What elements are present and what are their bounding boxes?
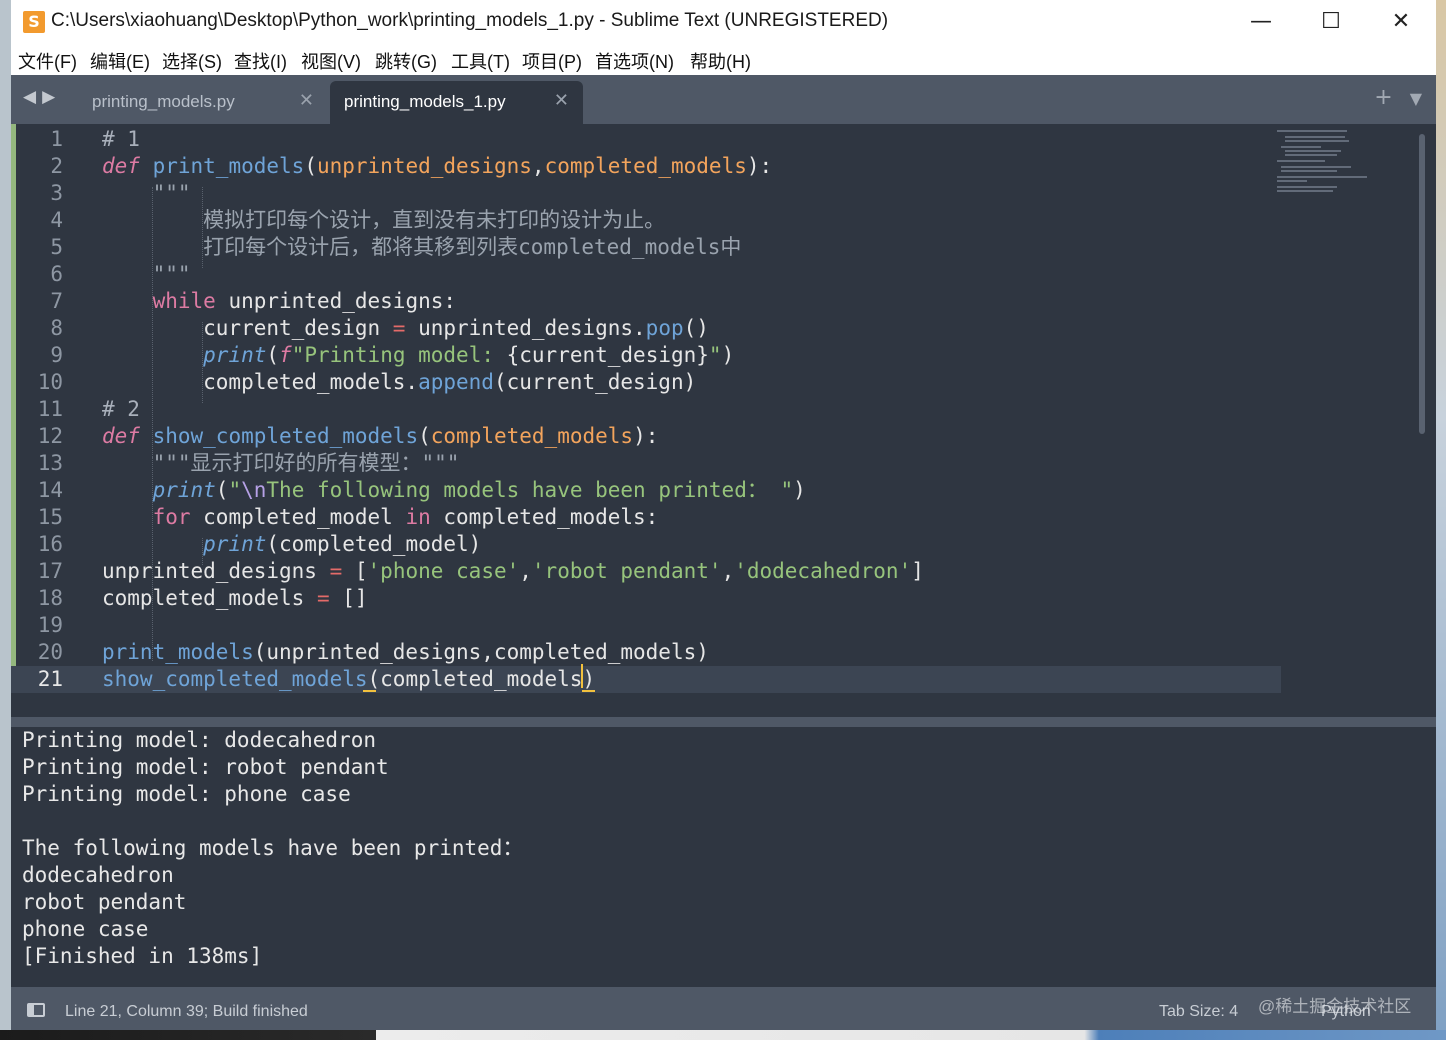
- bracket-match-open: [363, 690, 376, 692]
- line-number: 18: [37, 586, 63, 610]
- line-number: 2: [50, 154, 63, 178]
- code-line[interactable]: 16 print(completed_model): [11, 531, 1281, 558]
- close-button[interactable]: ✕: [1366, 0, 1436, 44]
- menu-bar: 文件(F) 编辑(E) 选择(S) 查找(I) 视图(V) 跳转(G) 工具(T…: [11, 44, 1436, 75]
- title-bar[interactable]: S C:\Users\xiaohuang\Desktop\Python_work…: [11, 0, 1436, 44]
- code-line[interactable]: 13 """显示打印好的所有模型：""": [11, 450, 1281, 477]
- panel-toggle-icon[interactable]: [27, 1003, 45, 1017]
- menu-view[interactable]: 视图(V): [301, 48, 361, 74]
- output-line: The following models have been printed：: [22, 836, 524, 860]
- output-line: [Finished in 138ms]: [22, 944, 263, 968]
- line-number: 10: [37, 370, 63, 394]
- tab-bar: ◀▶ printing_models.py ✕ printing_models_…: [11, 75, 1436, 124]
- code-line[interactable]: 9 print(f"Printing model: {current_desig…: [11, 342, 1281, 369]
- line-number: 16: [37, 532, 63, 556]
- output-line: robot pendant: [22, 890, 187, 914]
- line-number: 1: [50, 127, 63, 151]
- new-tab-icon[interactable]: +: [1374, 85, 1392, 110]
- code-line[interactable]: 6 """: [11, 261, 1281, 288]
- watermark-text: @稀土掘金技术社区: [1258, 997, 1412, 1016]
- line-number: 6: [50, 262, 63, 286]
- line-number: 15: [37, 505, 63, 529]
- code-line[interactable]: 15 for completed_model in completed_mode…: [11, 504, 1281, 531]
- line-number: 13: [37, 451, 63, 475]
- tab-size-indicator[interactable]: Tab Size: 4: [1159, 1003, 1238, 1021]
- line-number: 5: [50, 235, 63, 259]
- maximize-button[interactable]: ☐: [1296, 0, 1366, 44]
- tab-close-icon[interactable]: ✕: [554, 90, 569, 111]
- minimize-button[interactable]: —: [1226, 0, 1296, 44]
- code-editor[interactable]: 1 # 1 2 def print_models(unprinted_designs…: [11, 124, 1436, 717]
- output-line: Printing model: robot pendant: [22, 755, 389, 779]
- bracket-match-close: [582, 690, 595, 692]
- line-number: 20: [37, 640, 63, 664]
- menu-find[interactable]: 查找(I): [234, 48, 287, 74]
- line-number: 4: [50, 208, 63, 232]
- code-line[interactable]: 18 completed_models = []: [11, 585, 1281, 612]
- desktop-background: [1436, 0, 1446, 1040]
- window-title: C:\Users\xiaohuang\Desktop\Python_work\p…: [51, 10, 889, 31]
- code-line[interactable]: 5 打印每个设计后，都将其移到列表completed_models中: [11, 234, 1281, 261]
- menu-project[interactable]: 项目(P): [522, 48, 582, 74]
- line-number: 7: [50, 289, 63, 313]
- code-line[interactable]: 3 """: [11, 180, 1281, 207]
- output-line: dodecahedron: [22, 863, 174, 887]
- status-position: Line 21, Column 39; Build finished: [65, 1003, 308, 1020]
- code-line[interactable]: 11 # 2: [11, 396, 1281, 423]
- menu-file[interactable]: 文件(F): [18, 48, 77, 74]
- menu-edit[interactable]: 编辑(E): [90, 48, 150, 74]
- menu-help[interactable]: 帮助(H): [690, 48, 751, 74]
- line-number: 21: [37, 667, 63, 691]
- code-line[interactable]: 17 unprinted_designs = ['phone case','rob…: [11, 558, 1281, 585]
- output-panel-divider[interactable]: [11, 717, 1436, 727]
- tab-tools: + ▼: [1374, 85, 1422, 110]
- line-number: 17: [37, 559, 63, 583]
- line-number: 19: [37, 613, 63, 637]
- line-number: 11: [37, 397, 63, 421]
- menu-tools[interactable]: 工具(T): [451, 48, 510, 74]
- line-number: 9: [50, 343, 63, 367]
- code-line[interactable]: 10 completed_models.append(current_desig…: [11, 369, 1281, 396]
- vertical-scrollbar[interactable]: [1419, 134, 1425, 434]
- line-number: 8: [50, 316, 63, 340]
- taskbar-strip: [0, 1030, 1446, 1040]
- output-line: Printing model: dodecahedron: [22, 728, 377, 752]
- menu-preferences[interactable]: 首选项(N): [595, 48, 674, 74]
- tab-label: printing_models.py: [92, 92, 235, 111]
- code-line[interactable]: 20 print_models(unprinted_designs,complet…: [11, 639, 1281, 666]
- menu-selection[interactable]: 选择(S): [162, 48, 222, 74]
- sublime-window: S C:\Users\xiaohuang\Desktop\Python_work…: [11, 0, 1436, 1030]
- tab-label: printing_models_1.py: [344, 92, 506, 111]
- line-number: 3: [50, 181, 63, 205]
- current-code-line[interactable]: 21 show_completed_models(completed_models…: [11, 666, 1281, 693]
- tab-printing-models[interactable]: printing_models.py ✕: [78, 81, 328, 124]
- code-line[interactable]: 19: [11, 612, 1281, 639]
- line-number: 14: [37, 478, 63, 502]
- build-output-panel[interactable]: Printing model: dodecahedron Printing mo…: [11, 727, 1436, 987]
- tab-close-icon[interactable]: ✕: [299, 90, 314, 111]
- menu-goto[interactable]: 跳转(G): [375, 48, 437, 74]
- tab-printing-models-1[interactable]: printing_models_1.py ✕: [330, 81, 583, 124]
- output-line: phone case: [22, 917, 149, 941]
- code-line[interactable]: 14 print("\nThe following models have be…: [11, 477, 1281, 504]
- sublime-text-icon: S: [23, 11, 45, 33]
- line-number: 12: [37, 424, 63, 448]
- code-line[interactable]: 8 current_design = unprinted_designs.pop…: [11, 315, 1281, 342]
- minimap[interactable]: [1277, 130, 1377, 200]
- tab-nav-arrows-icon[interactable]: ◀▶: [23, 87, 61, 107]
- text-caret: [581, 664, 583, 688]
- code-line[interactable]: 12 def show_completed_models(completed_mo…: [11, 423, 1281, 450]
- tab-dropdown-icon[interactable]: ▼: [1410, 89, 1422, 108]
- status-bar: Line 21, Column 39; Build finished Tab S…: [11, 987, 1436, 1030]
- code-line[interactable]: 7 while unprinted_designs:: [11, 288, 1281, 315]
- code-line[interactable]: 1 # 1: [11, 126, 1281, 153]
- code-line[interactable]: 4 模拟打印每个设计，直到没有未打印的设计为止。: [11, 207, 1281, 234]
- code-line[interactable]: 2 def print_models(unprinted_designs,comp…: [11, 153, 1281, 180]
- output-line: Printing model: phone case: [22, 782, 351, 806]
